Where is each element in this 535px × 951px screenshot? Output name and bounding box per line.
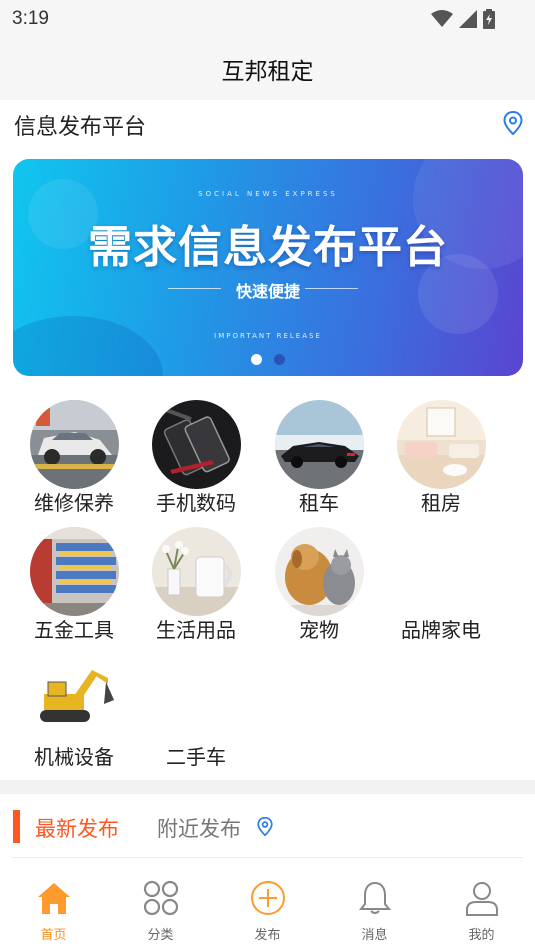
active-tab-marker	[13, 810, 20, 843]
main-content: 信息发布平台 SOCIAL NEWS EXPRESS 需求信息发布平台 快速便捷…	[0, 100, 535, 780]
excavator-photo	[30, 654, 119, 743]
category-car-rental[interactable]: 租车	[258, 397, 380, 517]
category-label: 手机数码	[156, 491, 236, 515]
nav-label: 分类	[147, 928, 174, 943]
nav-publish[interactable]: 发布	[214, 880, 321, 944]
banner-top-text: SOCIAL NEWS EXPRESS	[198, 190, 338, 198]
grid-icon	[143, 880, 178, 916]
nav-home[interactable]: 首页	[0, 880, 107, 944]
status-icons	[431, 9, 495, 29]
room-photo	[397, 400, 486, 489]
promo-banner[interactable]: SOCIAL NEWS EXPRESS 需求信息发布平台 快速便捷 IMPORT…	[13, 159, 523, 376]
bell-icon	[358, 881, 391, 914]
status-bar: 3:19	[0, 0, 535, 38]
carousel-dot-2[interactable]	[274, 354, 285, 365]
category-label: 生活用品	[156, 618, 236, 642]
carousel-dot-1[interactable]	[251, 354, 262, 365]
nav-profile[interactable]: 我的	[428, 880, 535, 944]
banner-bottom-text: IMPORTANT RELEASE	[214, 332, 322, 340]
banner-divider-right	[305, 288, 358, 289]
category-appliances[interactable]: 品牌家电	[380, 524, 502, 644]
category-label: 二手车	[166, 745, 226, 769]
category-machinery[interactable]: 机械设备	[13, 651, 135, 771]
category-used-cars[interactable]: 二手车	[135, 651, 257, 771]
category-label: 宠物	[299, 618, 339, 642]
bottom-nav: 首页 分类 发布 消息 我的	[0, 858, 535, 951]
app-header: 互邦租定	[0, 38, 535, 100]
category-label: 租房	[421, 491, 461, 515]
platform-row: 信息发布平台	[0, 100, 535, 148]
add-circle-icon	[250, 881, 285, 915]
category-phones[interactable]: 手机数码	[135, 397, 257, 517]
category-car-repair[interactable]: 维修保养	[13, 397, 135, 517]
status-time: 3:19	[12, 8, 49, 29]
nav-label: 发布	[254, 928, 281, 943]
home-icon	[37, 883, 70, 914]
tab-nearby[interactable]: 附近发布	[157, 813, 241, 843]
nav-category[interactable]: 分类	[107, 880, 214, 944]
nav-label: 我的	[468, 928, 495, 943]
platform-title: 信息发布平台	[14, 115, 147, 140]
user-icon	[465, 882, 498, 916]
category-label: 五金工具	[34, 618, 114, 642]
section-divider	[0, 780, 535, 794]
hardware-store-photo	[30, 527, 119, 616]
location-pin-icon[interactable]	[503, 111, 523, 135]
page-title: 互邦租定	[221, 59, 314, 85]
car-repair-photo	[30, 400, 119, 489]
banner-subtitle: 快速便捷	[235, 282, 300, 301]
nav-label: 首页	[40, 928, 67, 943]
tab-latest[interactable]: 最新发布	[35, 813, 119, 843]
nav-messages[interactable]: 消息	[321, 880, 428, 944]
signal-icon	[459, 10, 477, 28]
location-pin-icon	[257, 817, 273, 836]
battery-icon	[483, 9, 495, 29]
category-daily-goods[interactable]: 生活用品	[135, 524, 257, 644]
pets-photo	[275, 527, 364, 616]
phones-photo	[152, 400, 241, 489]
nav-label: 消息	[361, 928, 388, 943]
wifi-icon	[431, 10, 453, 27]
kettle-photo	[152, 527, 241, 616]
category-label: 机械设备	[34, 745, 114, 769]
category-pets[interactable]: 宠物	[258, 524, 380, 644]
banner-headline: 需求信息发布平台	[88, 222, 448, 273]
feed-tabs: 最新发布 附近发布	[0, 794, 535, 858]
category-label: 品牌家电	[401, 618, 481, 642]
category-label: 维修保养	[34, 491, 114, 515]
sports-car-photo	[275, 400, 364, 489]
category-house-rental[interactable]: 租房	[380, 397, 502, 517]
category-hardware[interactable]: 五金工具	[13, 524, 135, 644]
category-label: 租车	[299, 491, 339, 515]
